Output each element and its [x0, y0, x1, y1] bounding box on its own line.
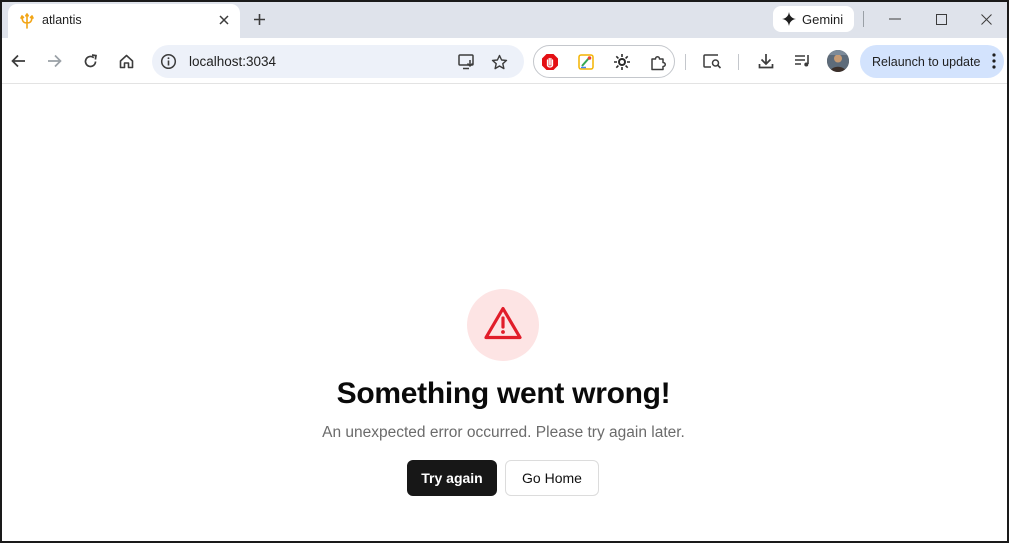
browser-toolbar: localhost:3034 Relaunch to update: [2, 38, 1007, 84]
gemini-label: Gemini: [802, 11, 844, 27]
browser-window: atlantis Gemini localhost:3034 Relaunch …: [0, 0, 1009, 543]
site-info-icon[interactable]: [160, 53, 177, 75]
warning-triangle-icon: [484, 306, 522, 345]
tab-title: atlantis: [42, 13, 82, 27]
maximize-icon[interactable]: [929, 8, 953, 30]
sun-extension-icon[interactable]: [612, 52, 632, 72]
extensions-puzzle-icon[interactable]: [648, 52, 668, 72]
try-again-button[interactable]: Try again: [407, 460, 497, 496]
page-content: Something went wrong! An unexpected erro…: [2, 85, 1007, 541]
address-bar[interactable]: localhost:3034: [152, 45, 524, 78]
forward-arrow-icon[interactable]: [43, 50, 65, 72]
profile-avatar[interactable]: [827, 50, 849, 72]
media-queue-icon[interactable]: [791, 50, 813, 72]
search-tabs-icon[interactable]: [701, 50, 723, 72]
back-arrow-icon[interactable]: [7, 50, 29, 72]
error-description: An unexpected error occurred. Please try…: [322, 424, 685, 441]
adblock-hand-icon[interactable]: [540, 52, 560, 72]
home-icon[interactable]: [115, 50, 137, 72]
trident-icon: [18, 12, 36, 30]
url-text[interactable]: localhost:3034: [189, 54, 276, 69]
go-home-button[interactable]: Go Home: [505, 460, 599, 496]
tab-atlantis[interactable]: atlantis: [8, 4, 240, 38]
tab-strip: atlantis Gemini: [2, 2, 1007, 38]
window-close-icon[interactable]: [974, 8, 998, 30]
color-picker-icon[interactable]: [576, 52, 596, 72]
warning-icon-badge: [467, 289, 539, 361]
relaunch-to-update-button[interactable]: Relaunch to update: [860, 45, 1004, 78]
gemini-sparkle-icon: [782, 12, 796, 26]
more-menu-icon[interactable]: [992, 53, 996, 72]
new-tab-plus-icon[interactable]: [248, 8, 270, 30]
tabstrip-divider: [863, 11, 864, 27]
download-icon[interactable]: [755, 50, 777, 72]
error-heading: Something went wrong!: [336, 377, 671, 410]
reload-icon[interactable]: [79, 50, 101, 72]
gemini-button[interactable]: Gemini: [773, 6, 854, 32]
toolbar-separator: [685, 54, 686, 70]
close-icon[interactable]: [214, 10, 234, 30]
toolbar-separator: [738, 54, 739, 70]
bookmark-star-icon[interactable]: [489, 52, 509, 72]
install-app-icon[interactable]: [457, 52, 477, 72]
extensions-group: [533, 45, 675, 78]
relaunch-label: Relaunch to update: [872, 54, 981, 69]
minimize-icon[interactable]: [883, 8, 907, 30]
